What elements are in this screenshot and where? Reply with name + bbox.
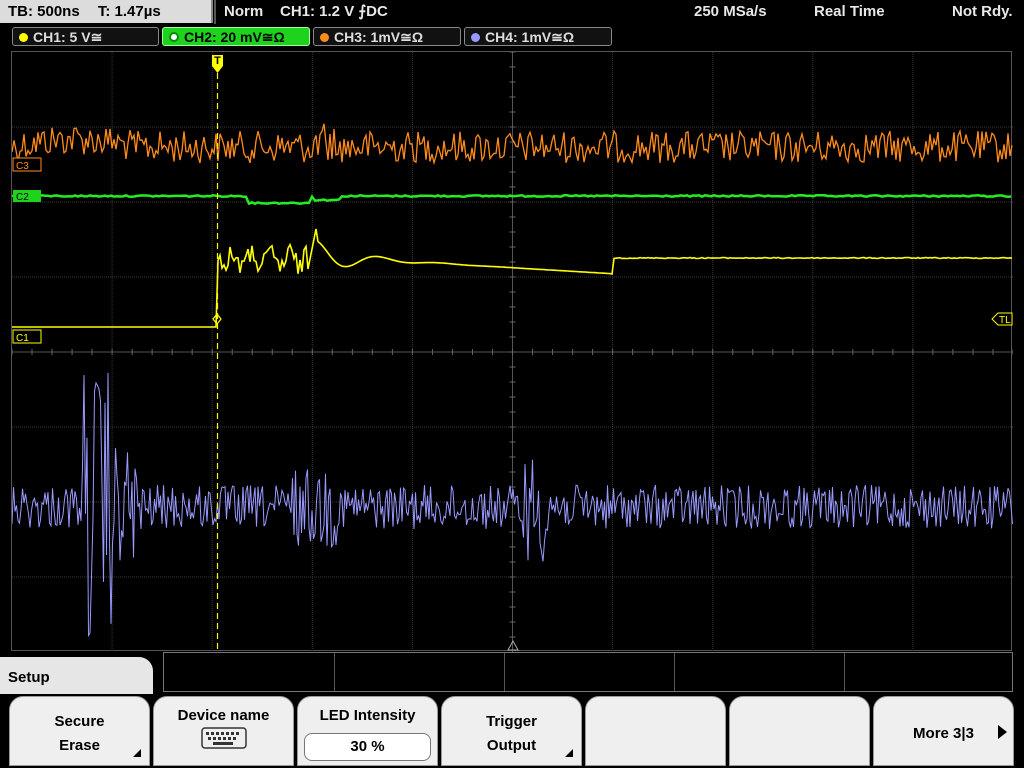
- ch4-label: CH4: 1mV≅Ω: [485, 29, 575, 45]
- waveform-svg: T C3 C2 C1 TL: [12, 52, 1013, 652]
- ch2-marker-label: C2: [16, 192, 29, 203]
- trigger-level-label: TL: [999, 315, 1011, 326]
- ch3-marker-label: C3: [16, 161, 29, 172]
- ch2-label: CH2: 20 mV≅Ω: [184, 29, 285, 45]
- channel-bar: CH1: 5 V≅ CH2: 20 mV≅Ω CH3: 1mV≅Ω CH4: 1…: [0, 26, 1024, 48]
- acquisition-mode-realtime: Real Time: [814, 3, 885, 20]
- sample-rate: 250 MSa/s: [694, 3, 767, 20]
- ch3-dot-icon: [320, 33, 329, 42]
- trigger-output-button[interactable]: Trigger Output: [441, 696, 582, 766]
- ch1-label: CH1: 5 V≅: [33, 29, 103, 45]
- next-page-arrow-icon: [998, 725, 1007, 739]
- empty-softkey-6[interactable]: [729, 696, 870, 766]
- ch1-marker-label: C1: [16, 333, 29, 344]
- trigger-output-label-2: Output: [486, 737, 537, 754]
- ch2-ground-marker[interactable]: C2: [13, 190, 41, 203]
- ch1-dot-icon: [19, 33, 28, 42]
- timebase-value: TB: 500ns: [8, 3, 80, 20]
- channel-ch2-button[interactable]: CH2: 20 mV≅Ω: [162, 27, 310, 46]
- led-intensity-label: LED Intensity: [319, 707, 416, 724]
- waveform-display[interactable]: T C3 C2 C1 TL: [11, 51, 1013, 652]
- menu-title-setup: Setup: [0, 657, 153, 697]
- submenu-corner-icon: [133, 749, 141, 757]
- more-label: More 3|3: [913, 725, 974, 742]
- device-name-label: Device name: [177, 707, 270, 724]
- channel-ch1-button[interactable]: CH1: 5 V≅: [12, 27, 159, 46]
- keyboard-icon: [200, 727, 247, 749]
- empty-softkey-5[interactable]: [585, 696, 726, 766]
- channel-ch4-button[interactable]: CH4: 1mV≅Ω: [464, 27, 612, 46]
- submenu-corner-icon: [565, 749, 573, 757]
- ch3-ground-marker[interactable]: C3: [12, 157, 42, 172]
- info-strip: [163, 652, 1013, 692]
- trigger-position-marker[interactable]: T: [212, 55, 223, 73]
- grid: [12, 52, 1013, 652]
- ch4-dot-icon: [471, 33, 480, 42]
- ch3-label: CH3: 1mV≅Ω: [334, 29, 424, 45]
- led-intensity-button[interactable]: LED Intensity 30 %: [297, 696, 438, 766]
- trigger-pos-label: T: [214, 55, 221, 67]
- channel-ch3-button[interactable]: CH3: 1mV≅Ω: [313, 27, 461, 46]
- trigger-output-label-1: Trigger: [486, 713, 537, 730]
- trigger-info[interactable]: CH1: 1.2 V ⨍DC: [280, 0, 388, 24]
- secure-erase-label-1: Secure: [54, 713, 105, 730]
- menu-title-label: Setup: [8, 669, 50, 686]
- softkey-bar: Secure Erase Device name LED Intensity 3…: [0, 694, 1024, 768]
- ch1-ground-marker[interactable]: C1: [12, 329, 42, 344]
- device-name-button[interactable]: Device name: [153, 696, 294, 766]
- ch2-dot-icon: [169, 32, 179, 42]
- secure-erase-label-2: Erase: [59, 737, 100, 754]
- trigger-time-value: T: 1.47µs: [97, 3, 161, 20]
- more-menu-button[interactable]: More 3|3: [873, 696, 1014, 766]
- led-intensity-value[interactable]: 30 %: [304, 733, 431, 761]
- acquisition-mode[interactable]: Norm: [224, 0, 263, 24]
- timebase-box[interactable]: TB: 500ns T: 1.47µs: [0, 0, 213, 23]
- trigger-status: Not Rdy.: [952, 3, 1013, 20]
- status-bar: TB: 500ns T: 1.47µs Norm CH1: 1.2 V ⨍DC …: [0, 0, 1024, 24]
- trigger-level-marker[interactable]: TL: [991, 312, 1013, 326]
- secure-erase-button[interactable]: Secure Erase: [9, 696, 150, 766]
